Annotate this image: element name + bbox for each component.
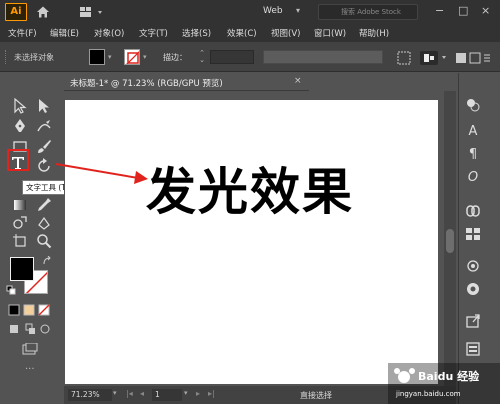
first-page-icon[interactable]: |◂ xyxy=(126,389,133,398)
next-page-icon[interactable]: ▸ xyxy=(196,389,200,398)
brushes-panel-icon[interactable] xyxy=(465,258,481,274)
pen-icon[interactable] xyxy=(12,118,28,134)
stroke-stepper-icon[interactable]: ⌃ ⌄ xyxy=(196,50,208,64)
default-colors-icon[interactable] xyxy=(6,285,16,295)
close-tab-icon[interactable]: × xyxy=(294,76,302,86)
draw-mode-icons[interactable] xyxy=(8,322,52,336)
control-bar-icons[interactable] xyxy=(396,51,492,65)
stroke-weight-label: 描边： xyxy=(163,53,187,62)
opentype-panel-icon[interactable]: O xyxy=(465,170,481,186)
symbol-sprayer-icon[interactable] xyxy=(36,215,52,231)
gradient-tool-icon[interactable] xyxy=(12,197,28,213)
paragraph-panel-icon[interactable]: ¶ xyxy=(465,147,481,163)
fill-caret-icon[interactable]: ▾ xyxy=(108,53,112,61)
properties-icon[interactable] xyxy=(465,341,481,357)
direct-selection-icon[interactable] xyxy=(36,98,52,114)
zoom-caret-icon[interactable]: ▾ xyxy=(113,389,117,397)
menu-type[interactable]: 文字(T) xyxy=(139,27,168,39)
layout-switcher-icon[interactable] xyxy=(78,6,118,18)
workspace-caret-icon[interactable]: ▾ xyxy=(296,6,300,15)
swatches-panel-icon[interactable] xyxy=(465,226,481,242)
export-panel-icon[interactable] xyxy=(465,313,481,329)
menu-bar: 文件(F) 编辑(E) 对象(O) 文字(T) 选择(S) 效果(C) 视图(V… xyxy=(0,24,500,42)
edit-toolbar-icon[interactable]: ··· xyxy=(25,364,35,375)
rotate-tool-icon[interactable] xyxy=(36,158,52,174)
document-title: 未标题-1* @ 71.23% (RGB/GPU 预览) xyxy=(70,79,223,89)
type-tool-highlight xyxy=(7,149,29,171)
stock-search-input[interactable]: 搜索 Adobe Stock xyxy=(318,4,418,20)
illustrator-window: Ai Web ▾ 搜索 Adobe Stock − □ × 文件(F) 编辑(E… xyxy=(0,0,500,404)
selection-status: 未选择对象 xyxy=(14,53,54,62)
menu-select[interactable]: 选择(S) xyxy=(182,27,211,39)
paintbrush-icon[interactable] xyxy=(36,138,52,154)
maximize-button[interactable]: □ xyxy=(458,4,468,17)
menu-object[interactable]: 对象(O) xyxy=(94,27,124,39)
menu-file[interactable]: 文件(F) xyxy=(8,27,37,39)
page-caret-icon[interactable]: ▾ xyxy=(184,389,188,397)
curvature-icon[interactable] xyxy=(36,118,52,134)
menu-view[interactable]: 视图(V) xyxy=(271,27,300,39)
selection-tool-icon[interactable] xyxy=(12,98,28,114)
last-page-icon[interactable]: ▸| xyxy=(208,389,215,398)
zoom-field[interactable]: 71.23% xyxy=(68,389,112,401)
screen-mode-icon[interactable] xyxy=(22,343,38,357)
menu-edit[interactable]: 编辑(E) xyxy=(50,27,79,39)
eyedropper-icon[interactable] xyxy=(36,197,52,213)
current-tool-status: 直接选择 xyxy=(300,391,332,400)
page-field[interactable]: 1 xyxy=(152,389,182,401)
title-bar: Ai Web ▾ 搜索 Adobe Stock − □ × xyxy=(0,0,500,24)
artboard-tool-icon[interactable] xyxy=(12,233,28,249)
watermark-url: jingyan.baidu.com xyxy=(396,390,461,398)
control-bar: 未选择对象 ▾ ▾ 描边： ⌃ ⌄ xyxy=(0,42,500,72)
swap-colors-icon[interactable] xyxy=(42,256,52,266)
stroke-caret-icon[interactable]: ▾ xyxy=(143,53,147,61)
character-panel-icon[interactable]: A xyxy=(465,124,481,140)
fill-swatch-large[interactable] xyxy=(10,257,34,281)
stroke-color-swatch[interactable] xyxy=(124,49,140,65)
menu-effect[interactable]: 效果(C) xyxy=(227,27,257,39)
app-logo: Ai xyxy=(5,3,27,21)
menu-window[interactable]: 窗口(W) xyxy=(314,27,346,39)
minimize-button[interactable]: − xyxy=(435,4,444,17)
fill-color-swatch[interactable] xyxy=(89,49,105,65)
panel-grip[interactable] xyxy=(5,50,9,64)
shape-builder-icon[interactable] xyxy=(12,215,28,231)
color-panel-icon[interactable] xyxy=(465,97,481,113)
variable-width-field[interactable] xyxy=(263,50,383,64)
workspace-label[interactable]: Web xyxy=(263,6,283,16)
scrollbar-thumb[interactable] xyxy=(446,229,454,253)
close-button[interactable]: × xyxy=(481,4,490,17)
document-tab[interactable]: 未标题-1* @ 71.23% (RGB/GPU 预览) × xyxy=(64,73,309,91)
appearance-panel-icon[interactable] xyxy=(465,281,481,297)
artboard[interactable] xyxy=(65,100,438,384)
links-panel-icon[interactable] xyxy=(465,203,481,219)
home-icon[interactable] xyxy=(36,5,50,19)
watermark-text: Baidu 经验 xyxy=(418,370,480,383)
menu-help[interactable]: 帮助(H) xyxy=(359,27,389,39)
prev-page-icon[interactable]: ◂ xyxy=(140,389,144,398)
stroke-weight-field[interactable] xyxy=(210,50,254,64)
zoom-icon[interactable] xyxy=(36,233,52,249)
annotation-arrow xyxy=(55,163,148,184)
artboard-text[interactable]: 发光效果 xyxy=(146,152,354,224)
color-mode-icons[interactable] xyxy=(8,304,52,316)
